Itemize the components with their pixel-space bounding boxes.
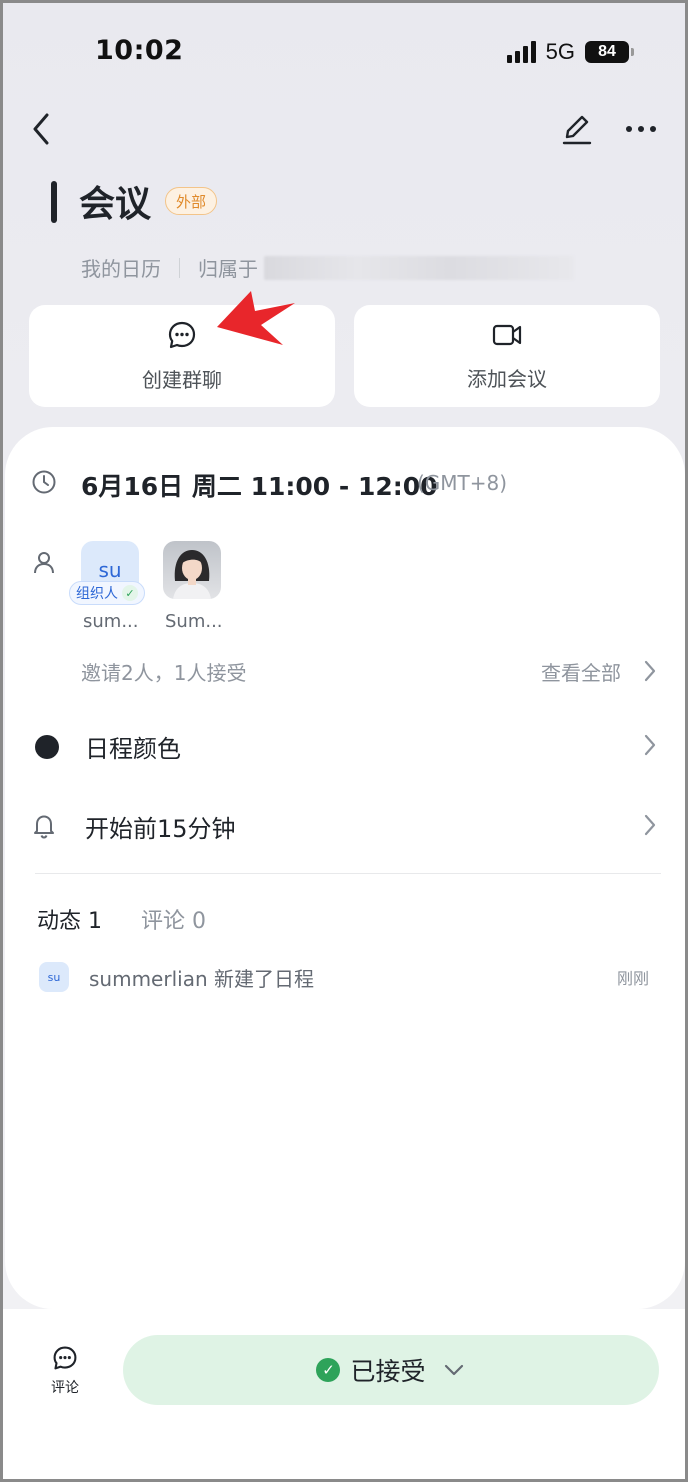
add-meeting-label: 添加会议 bbox=[467, 366, 547, 391]
accepted-check-icon: ✓ bbox=[122, 585, 138, 601]
attendee-second[interactable] bbox=[163, 541, 223, 599]
event-title: 会议 bbox=[79, 184, 152, 225]
status-time: 10:02 bbox=[95, 35, 184, 66]
organizer-badge: 组织人 ✓ bbox=[69, 581, 145, 605]
chat-bubble-icon bbox=[168, 321, 196, 348]
event-datetime: 6月16日 周二 11:00 - 12:00 bbox=[81, 472, 438, 501]
event-detail-card: 6月16日 周二 11:00 - 12:00 (GMT+8) su 组织人 ✓ … bbox=[5, 427, 685, 1309]
phone-screen: 10:02 5G 84 会议 外部 我的日历 归属于 创建群聊 添加会议 6月1… bbox=[3, 3, 685, 1479]
activity-time: 刚刚 bbox=[617, 969, 650, 988]
redacted-owner-name bbox=[264, 255, 574, 280]
activity-text: summerlian 新建了日程 bbox=[89, 967, 314, 991]
reminder-label[interactable]: 开始前15分钟 bbox=[85, 809, 236, 844]
rsvp-label: 已接受 bbox=[350, 1357, 426, 1386]
chevron-down-icon bbox=[444, 1364, 463, 1376]
back-icon[interactable] bbox=[25, 109, 61, 149]
organizer-badge-label: 组织人 bbox=[76, 586, 118, 602]
invite-summary: 邀请2人，1人接受 bbox=[81, 661, 247, 685]
status-indicators: 5G 84 bbox=[506, 39, 634, 65]
attendee-name: Sum... bbox=[165, 611, 223, 632]
bell-icon bbox=[34, 815, 54, 839]
person-icon bbox=[34, 552, 54, 574]
event-color-bar bbox=[51, 181, 57, 223]
network-type: 5G bbox=[545, 39, 575, 64]
rsvp-button[interactable]: ✓ 已接受 bbox=[123, 1335, 659, 1405]
battery-icon: 84 bbox=[585, 41, 634, 63]
view-all-attendees-link[interactable]: 查看全部 bbox=[541, 657, 621, 686]
tab-activity[interactable]: 动态 1 bbox=[37, 903, 102, 935]
calendar-name: 我的日历 bbox=[81, 257, 161, 281]
signal-icon bbox=[506, 41, 536, 63]
separator bbox=[179, 257, 180, 278]
comment-button[interactable]: 评论 bbox=[39, 1345, 91, 1401]
battery-level: 84 bbox=[598, 43, 616, 60]
timezone-label: (GMT+8) bbox=[417, 471, 508, 495]
event-color-dot bbox=[35, 735, 59, 759]
create-group-chat-label: 创建群聊 bbox=[142, 367, 222, 392]
event-color-label[interactable]: 日程颜色 bbox=[85, 729, 181, 764]
more-icon[interactable] bbox=[621, 115, 661, 143]
external-tag: 外部 bbox=[165, 187, 218, 215]
comment-label: 评论 bbox=[51, 1380, 79, 1396]
clock-icon bbox=[32, 470, 56, 494]
avatar bbox=[163, 541, 221, 599]
portrait-photo-icon bbox=[173, 550, 211, 599]
tab-comments[interactable]: 评论 0 bbox=[141, 903, 206, 935]
bottom-bar: 评论 ✓ 已接受 bbox=[3, 1309, 685, 1479]
edit-icon[interactable] bbox=[559, 111, 595, 147]
chevron-right-icon[interactable] bbox=[643, 733, 657, 757]
video-camera-icon bbox=[492, 324, 522, 345]
chevron-right-icon[interactable] bbox=[643, 659, 657, 683]
calendar-info: 我的日历 归属于 bbox=[81, 253, 574, 282]
attendee-name: sum... bbox=[83, 611, 139, 632]
activity-avatar: su bbox=[39, 962, 69, 992]
chevron-right-icon[interactable] bbox=[643, 813, 657, 837]
add-meeting-button[interactable]: 添加会议 bbox=[354, 305, 660, 407]
owner-label: 归属于 bbox=[198, 257, 258, 281]
check-circle-icon: ✓ bbox=[316, 1358, 341, 1382]
comment-icon bbox=[53, 1346, 77, 1370]
divider bbox=[35, 873, 661, 874]
annotation-arrow-icon bbox=[217, 291, 295, 345]
